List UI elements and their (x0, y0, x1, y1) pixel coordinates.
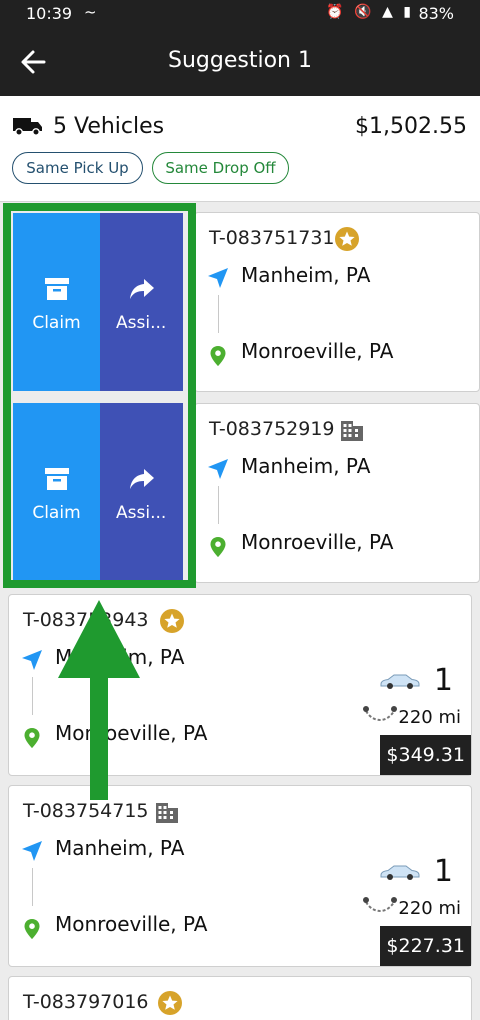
destination-location: Monroeville, PA (55, 912, 208, 936)
distance: 220 mi (398, 707, 461, 728)
load-card[interactable]: T-083752919 Manheim, PA Monroeville, PA (194, 403, 480, 583)
same-pickup-chip[interactable]: Same Pick Up (12, 152, 143, 184)
load-price: $227.31 (380, 926, 471, 966)
load-card[interactable]: T-083797016 (8, 976, 472, 1020)
annotation-up-arrow (58, 600, 140, 800)
navigation-icon (22, 841, 42, 861)
load-id: T-083751731 (209, 227, 335, 249)
car-icon (380, 865, 420, 880)
app-bar: Suggestion 1 (0, 28, 480, 96)
origin-location: Manheim, PA (241, 454, 371, 478)
navigation-icon (208, 268, 228, 288)
destination-location: Monroeville, PA (241, 530, 394, 554)
origin-location: Manheim, PA (55, 836, 185, 860)
truck-icon (13, 118, 42, 136)
load-id: T-083752919 (209, 418, 335, 440)
status-icons: ⏰ 🔇 ▲ ▮ (326, 4, 414, 20)
suggestion-summary: 5 Vehicles $1,502.55 Same Pick Up Same D… (0, 96, 480, 202)
location-pin-icon (24, 919, 40, 939)
navigation-icon (208, 459, 228, 479)
route-connector (32, 677, 33, 715)
star-badge-icon (158, 991, 182, 1015)
load-price: $349.31 (380, 735, 471, 775)
load-id: T-083797016 (23, 991, 149, 1013)
location-pin-icon (210, 537, 226, 557)
location-pin-icon (210, 346, 226, 366)
star-badge-icon (335, 227, 359, 251)
status-time: 10:39 (26, 4, 73, 23)
total-price: $1,502.55 (355, 114, 467, 139)
load-card[interactable]: T-083751731 Manheim, PA Monroeville, PA (194, 212, 480, 392)
load-id: T-083754715 (23, 800, 149, 822)
page-title: Suggestion 1 (168, 48, 312, 73)
vehicle-quantity: 1 (433, 663, 453, 698)
origin-location: Manheim, PA (241, 263, 371, 287)
building-icon (341, 421, 363, 441)
location-pin-icon (24, 728, 40, 748)
vehicle-count: 5 Vehicles (53, 114, 165, 139)
destination-location: Monroeville, PA (241, 339, 394, 363)
vehicle-quantity: 1 (433, 854, 453, 889)
battery-level: 83% (418, 4, 454, 23)
notification-icon: ~ (84, 3, 97, 21)
route-connector (32, 868, 33, 906)
highlight-box (3, 203, 196, 588)
building-icon (156, 803, 178, 823)
status-bar: 10:39 ~ ⏰ 🔇 ▲ ▮ 83% (0, 0, 480, 28)
car-icon (380, 674, 420, 689)
navigation-icon (22, 650, 42, 670)
star-badge-icon (160, 609, 184, 633)
screen: 10:39 ~ ⏰ 🔇 ▲ ▮ 83% Suggestion 1 5 Vehic… (0, 0, 480, 1020)
same-dropoff-chip[interactable]: Same Drop Off (152, 152, 289, 184)
load-card[interactable]: T-083754715 Manheim, PA Monroeville, PA … (8, 785, 472, 967)
route-distance-icon (363, 706, 397, 721)
route-connector (218, 295, 219, 333)
distance: 220 mi (398, 898, 461, 919)
route-connector (218, 486, 219, 524)
route-distance-icon (363, 897, 397, 912)
